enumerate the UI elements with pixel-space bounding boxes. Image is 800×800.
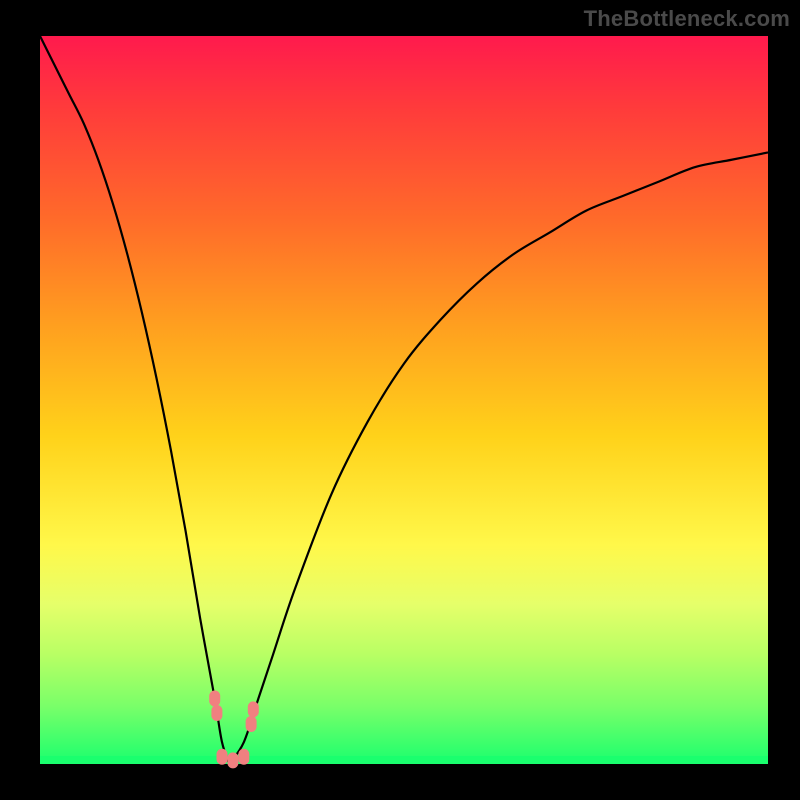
curve-layer <box>40 36 768 764</box>
watermark-text: TheBottleneck.com <box>584 6 790 32</box>
data-marker-0 <box>209 690 220 706</box>
data-marker-1 <box>211 705 222 721</box>
data-marker-3 <box>227 752 238 768</box>
data-marker-6 <box>248 701 259 717</box>
data-marker-5 <box>246 716 257 732</box>
chart-frame: TheBottleneck.com <box>0 0 800 800</box>
data-marker-2 <box>217 749 228 765</box>
markers-group <box>209 690 259 768</box>
curve-right-branch <box>229 152 768 764</box>
curve-left-branch <box>40 36 229 764</box>
data-marker-4 <box>238 749 249 765</box>
